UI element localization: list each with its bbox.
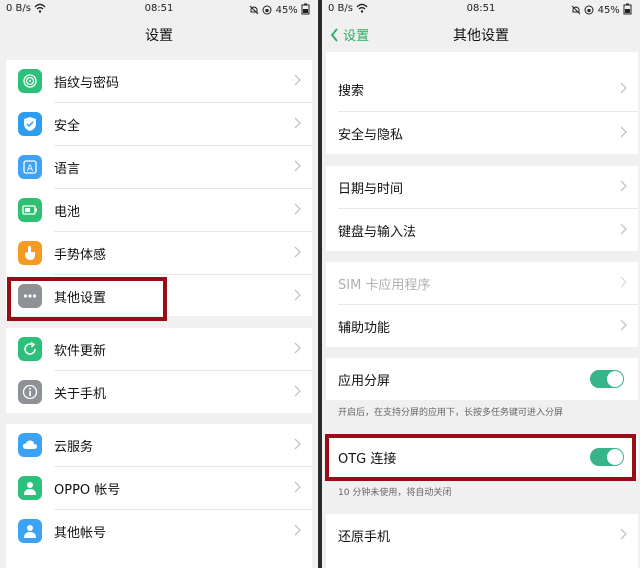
info-icon: [18, 380, 42, 404]
row-label: 语言: [54, 162, 81, 177]
row-label: 关于手机: [54, 387, 107, 402]
chevron-right-icon: [294, 385, 301, 397]
row-label: 电池: [54, 205, 81, 220]
row-split-screen: 应用分屏: [326, 358, 638, 400]
row-accessibility[interactable]: 辅助功能: [326, 305, 638, 347]
row-cloud-service[interactable]: 云服务: [6, 424, 312, 466]
row-label: 安全与隐私: [338, 128, 404, 143]
row-sim-apps: SIM 卡应用程序: [326, 262, 638, 304]
chevron-right-icon: [294, 481, 301, 493]
row-fingerprint-password[interactable]: 指纹与密码: [6, 60, 312, 102]
mute-icon: [571, 5, 581, 15]
status-bar: 0 B/s 08:51 45%: [322, 0, 640, 18]
row-label: 辅助功能: [338, 321, 391, 336]
chevron-right-icon: [620, 319, 627, 331]
mute-icon: [249, 5, 259, 15]
otg-hint: 10 分钟未使用，将自动关闭: [338, 488, 452, 498]
highlight-box: [7, 277, 167, 321]
account-icon: [18, 476, 42, 500]
battery-percent: 45%: [275, 5, 298, 16]
battery-percent: 45%: [597, 5, 620, 16]
settings-group-a: 搜索 安全与隐私: [326, 52, 638, 154]
update-icon: [18, 337, 42, 361]
row-search[interactable]: 搜索: [326, 68, 638, 110]
row-software-update[interactable]: 软件更新: [6, 328, 312, 370]
svg-text:A: A: [27, 164, 34, 174]
header: 设置: [0, 18, 318, 52]
row-label: OPPO 帐号: [54, 483, 121, 498]
settings-group-reset: 还原手机: [326, 514, 638, 568]
language-icon: A: [18, 155, 42, 179]
row-label: 其他帐号: [54, 526, 107, 541]
page-title: 设置: [145, 28, 173, 44]
settings-group-split: 应用分屏: [326, 358, 638, 400]
cloud-icon: [18, 433, 42, 457]
row-label: 软件更新: [54, 344, 107, 359]
status-bar: 0 B/s 08:51 45%: [0, 0, 318, 18]
rotation-lock-icon: [584, 5, 594, 15]
battery-icon: [18, 198, 42, 222]
chevron-right-icon: [294, 524, 301, 536]
battery-status-icon: [301, 3, 310, 15]
row-security-privacy[interactable]: 安全与隐私: [326, 112, 638, 154]
settings-group-c: SIM 卡应用程序 辅助功能: [326, 262, 638, 347]
gesture-icon: [18, 241, 42, 265]
row-battery[interactable]: 电池: [6, 189, 312, 231]
chevron-right-icon: [294, 342, 301, 354]
chevron-right-icon: [620, 223, 627, 235]
settings-group-b: 日期与时间 键盘与输入法: [326, 166, 638, 251]
settings-screen: 0 B/s 08:51 45% 设置 指纹与密码 安全 A 语言 电池 手势体感…: [0, 0, 318, 568]
chevron-right-icon: [620, 180, 627, 192]
chevron-right-icon: [294, 117, 301, 129]
row-oppo-account[interactable]: OPPO 帐号: [6, 467, 312, 509]
other-account-icon: [18, 519, 42, 543]
chevron-right-icon: [294, 246, 301, 258]
header: 设置 其他设置: [322, 18, 640, 52]
row-about-phone[interactable]: 关于手机: [6, 371, 312, 413]
chevron-right-icon: [294, 160, 301, 172]
row-label: 云服务: [54, 440, 94, 455]
chevron-right-icon: [620, 276, 627, 288]
row-label: 键盘与输入法: [338, 225, 417, 240]
chevron-right-icon: [294, 289, 301, 301]
split-screen-toggle[interactable]: [590, 370, 624, 388]
settings-group-2: 软件更新 关于手机: [6, 328, 312, 413]
row-label: 还原手机: [338, 530, 391, 545]
highlight-box: [325, 434, 636, 481]
shield-icon: [18, 112, 42, 136]
row-label: 日期与时间: [338, 182, 404, 197]
row-keyboard-input[interactable]: 键盘与输入法: [326, 209, 638, 251]
settings-group-3: 云服务 OPPO 帐号 其他帐号: [6, 424, 312, 568]
battery-status-icon: [623, 3, 632, 15]
chevron-right-icon: [294, 438, 301, 450]
fingerprint-icon: [18, 69, 42, 93]
row-reset-phone[interactable]: 还原手机: [326, 514, 638, 556]
chevron-right-icon: [620, 528, 627, 540]
row-language[interactable]: A 语言: [6, 146, 312, 188]
chevron-right-icon: [294, 203, 301, 215]
row-label: 应用分屏: [338, 374, 391, 389]
row-label: 搜索: [338, 84, 365, 99]
other-settings-screen: 0 B/s 08:51 45% 设置 其他设置 搜索 安全与隐私 日期与时间 键…: [322, 0, 640, 568]
row-other-accounts[interactable]: 其他帐号: [6, 510, 312, 552]
row-label: 安全: [54, 119, 81, 134]
split-screen-hint: 开启后，在支持分屏的应用下，长按多任务键可进入分屏: [338, 408, 564, 418]
row-security[interactable]: 安全: [6, 103, 312, 145]
row-date-time[interactable]: 日期与时间: [326, 166, 638, 208]
chevron-right-icon: [620, 82, 627, 94]
chevron-right-icon: [620, 126, 627, 138]
row-label: 指纹与密码: [54, 76, 120, 91]
page-title: 其他设置: [453, 28, 509, 44]
row-gesture[interactable]: 手势体感: [6, 232, 312, 274]
toggle-knob: [607, 371, 623, 387]
row-label: 手势体感: [54, 248, 107, 263]
chevron-right-icon: [294, 74, 301, 86]
rotation-lock-icon: [262, 5, 272, 15]
row-label: SIM 卡应用程序: [338, 278, 431, 293]
